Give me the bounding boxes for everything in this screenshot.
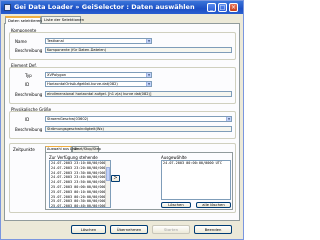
zeitpunkte-subpanel: Zur Verfügung stehende 24.07.2003 23:10:… xyxy=(45,152,233,210)
komponente-name-value: Testkanal xyxy=(47,39,64,43)
element-desc-field[interactable]: eindimensional horizontal aufgel. [h1 z(… xyxy=(45,91,232,97)
loeschen-button[interactable]: Löschen xyxy=(71,225,106,234)
starten-button[interactable]: Starten xyxy=(152,225,190,234)
element-desc-label: Beschreibung xyxy=(15,92,43,97)
groesse-id-combo[interactable]: StroemGeschw(03602) ▼ xyxy=(45,116,232,122)
chevron-down-icon[interactable]: ▼ xyxy=(226,117,231,121)
remove-selected-button[interactable]: Löschen xyxy=(161,202,191,208)
element-id-value: HorizontalOrtsAufgelöst.kurve.dat(082) xyxy=(47,82,118,86)
app-icon xyxy=(4,4,11,11)
groesse-desc-field[interactable]: Strömungsgeschwindigkeit(Wx) xyxy=(45,126,232,132)
element-typ-value: XVPolygon xyxy=(47,73,67,77)
komponente-group xyxy=(9,32,236,60)
groesse-id-value: StroemGeschw(03602) xyxy=(47,117,89,121)
available-list[interactable]: 24.07.2003 23:10:00/00/0000 UTC 24.07.200… xyxy=(49,160,111,208)
scrollbar[interactable] xyxy=(105,161,110,207)
komponente-name-label: Name xyxy=(15,39,27,44)
komponente-name-combo[interactable]: Testkanal ▼ xyxy=(45,38,152,44)
remove-all-button[interactable]: alle löschen xyxy=(196,202,231,208)
element-typ-label: Typ xyxy=(25,73,32,78)
groesse-desc-label: Beschreibung xyxy=(15,127,43,132)
minimize-button[interactable]: _ xyxy=(207,3,216,12)
komponente-desc-label: Beschreibung xyxy=(15,48,43,53)
main-window: Gei Data Loader » GeiSelector : Daten au… xyxy=(0,0,244,240)
move-right-button[interactable]: > xyxy=(111,175,120,182)
list-item[interactable]: 25.07.2003 00:40:00/00/0000 UTC xyxy=(50,204,110,207)
tab-daten-selektieren[interactable]: Daten selektieren xyxy=(5,16,42,24)
tab-liste-der-selektionen[interactable]: Liste der Selektionen xyxy=(41,16,84,23)
list-item[interactable]: 25.07.2003 00:10:00/00/0000 UTC xyxy=(50,190,110,195)
window-title: Gei Data Loader » GeiSelector : Daten au… xyxy=(14,3,195,11)
element-typ-combo[interactable]: XVPolygon ▼ xyxy=(45,72,152,78)
title-bar[interactable]: Gei Data Loader » GeiSelector : Daten au… xyxy=(1,1,243,14)
selected-list[interactable]: 24.07.2003 00:00:00/0000 UTC xyxy=(161,160,231,200)
komponente-desc-field[interactable]: Komponente (für Daten-Dateien) xyxy=(45,47,232,53)
scrollbar-thumb[interactable] xyxy=(106,167,110,181)
list-item[interactable]: 24.07.2003 00:00:00/0000 UTC xyxy=(162,161,230,166)
maximize-button[interactable]: □ xyxy=(218,3,227,12)
chevron-down-icon[interactable]: ▼ xyxy=(146,82,151,86)
list-item[interactable]: 24.07.2003 23:20:00/00/0000 UTC xyxy=(50,166,110,171)
beenden-button[interactable]: Beenden xyxy=(194,225,232,234)
element-id-combo[interactable]: HorizontalOrtsAufgelöst.kurve.dat(082) ▼ xyxy=(45,81,152,87)
chevron-down-icon[interactable]: ▼ xyxy=(146,73,151,77)
element-id-label: ID xyxy=(25,82,30,87)
tab-panel: Komponente Name Testkanal ▼ Beschreibung… xyxy=(4,23,240,221)
chevron-down-icon[interactable]: ▼ xyxy=(146,39,151,43)
tab-auswahl-aus-liste[interactable]: Auswahl aus Liste xyxy=(45,146,78,152)
groesse-id-label: ID xyxy=(25,117,30,122)
close-button[interactable]: × xyxy=(229,3,238,12)
uebernehmen-button[interactable]: Übernehmen xyxy=(110,225,148,234)
